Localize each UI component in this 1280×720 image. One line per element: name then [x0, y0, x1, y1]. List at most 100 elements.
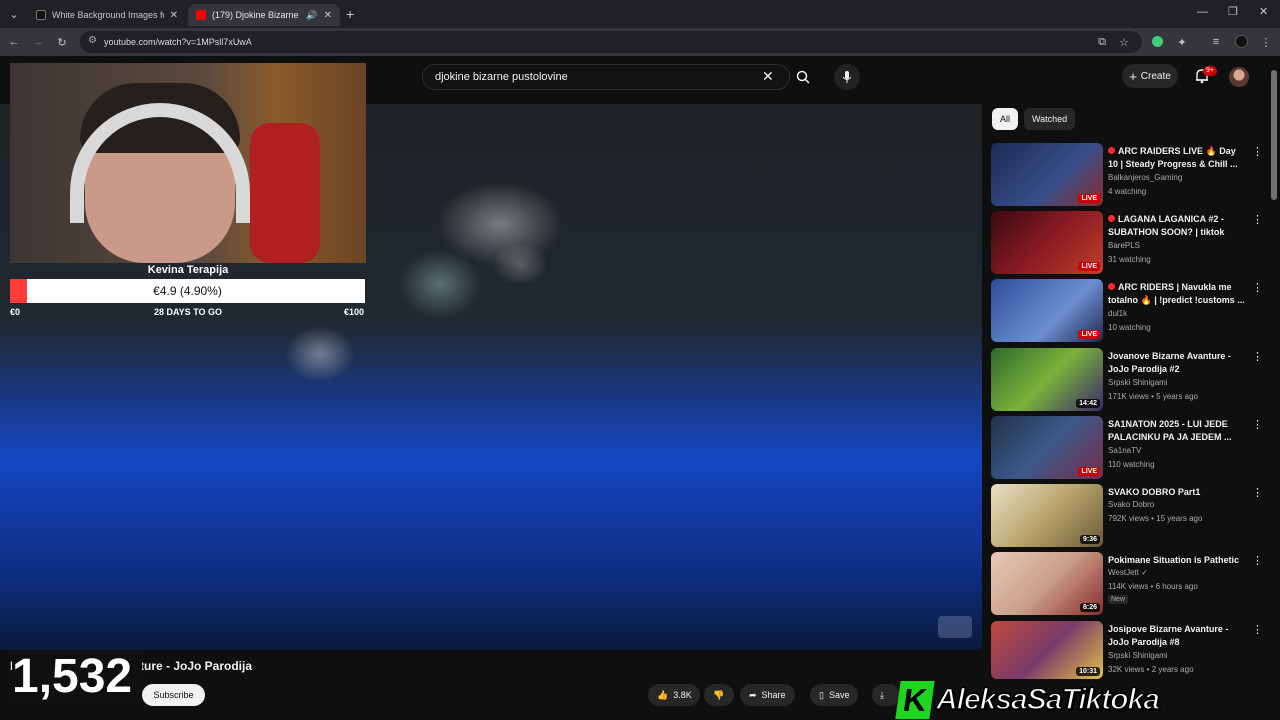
back-icon[interactable]: ←: [6, 34, 22, 50]
recommendations-scrollbar[interactable]: [1271, 70, 1277, 200]
like-button[interactable]: 👍 3.8K: [648, 684, 700, 706]
profile-avatar[interactable]: [1235, 35, 1248, 48]
video-thumbnail[interactable]: 10:31: [991, 621, 1103, 679]
recommendation-item[interactable]: 10:31 Josipove Bizarne Avanture - JoJo P…: [991, 621, 1263, 679]
tiktok-logo-icon: K: [895, 681, 935, 719]
video-thumbnail[interactable]: 14:42: [991, 348, 1103, 411]
url-text: youtube.com/watch?v=1MPsll7xUwA: [104, 37, 252, 47]
search-query: djokine bizarne pustolovine: [435, 71, 568, 83]
channel-name[interactable]: WestJett ✓: [1108, 568, 1148, 577]
forward-icon[interactable]: →: [30, 34, 46, 50]
tab-title: (179) Djokine Bizarne Avan: [212, 10, 300, 20]
tab-white-background[interactable]: White Background Images for C ✕: [28, 4, 186, 26]
video-meta: 792K views • 15 years ago: [1108, 514, 1203, 523]
bookmark-star-icon[interactable]: ☆: [1116, 34, 1132, 50]
video-title[interactable]: LAGANA LAGANICA #2 - SUBATHON SOON? | ti…: [1108, 213, 1246, 239]
site-info-icon[interactable]: ⚙: [88, 35, 97, 46]
more-options-icon[interactable]: ⋮: [1252, 145, 1263, 158]
site-favicon-icon: [36, 10, 46, 20]
voice-search-button[interactable]: [834, 64, 860, 90]
video-thumbnail[interactable]: 9:36: [991, 484, 1103, 547]
tiktok-username: AleksaSaTiktoka: [935, 682, 1160, 717]
media-control-icon[interactable]: ≡: [1208, 34, 1224, 50]
video-title[interactable]: Jovanove Bizarne Avanture - JoJo Parodij…: [1108, 350, 1246, 376]
address-bar[interactable]: ⚙ youtube.com/watch?v=1MPsll7xUwA: [80, 31, 1142, 53]
live-badge: LIVE: [1078, 194, 1100, 203]
audio-playing-icon[interactable]: 🔊: [306, 10, 317, 21]
like-count: 3.8K: [673, 690, 692, 700]
video-thumbnail[interactable]: LIVE: [991, 211, 1103, 274]
search-input[interactable]: djokine bizarne pustolovine: [422, 64, 790, 90]
channel-name[interactable]: BarePLS: [1108, 241, 1140, 250]
recommendation-item[interactable]: 9:36 SVAKO DOBRO Part1 Svako Dobro 792K …: [991, 484, 1263, 548]
account-avatar[interactable]: [1229, 67, 1249, 87]
tab-search-icon[interactable]: ⌄: [6, 6, 22, 22]
recommendation-item[interactable]: LIVE SA1NATON 2025 - LUI JEDE PALACINKU …: [991, 416, 1263, 480]
video-title[interactable]: SVAKO DOBRO Part1: [1108, 486, 1246, 499]
tiktok-handle-overlay: K AleksaSaTiktoka: [895, 680, 1280, 720]
create-button[interactable]: + Create: [1122, 64, 1178, 88]
channel-name[interactable]: Sa1naTV: [1108, 446, 1141, 455]
video-thumbnail[interactable]: LIVE: [991, 143, 1103, 206]
channel-name[interactable]: Srpski Shinigami: [1108, 651, 1168, 660]
restore-icon[interactable]: ❐: [1228, 5, 1238, 18]
recommendation-item[interactable]: 14:42 Jovanove Bizarne Avanture - JoJo P…: [991, 348, 1263, 412]
tab-youtube[interactable]: (179) Djokine Bizarne Avan 🔊 ✕: [188, 4, 340, 26]
chip-all[interactable]: All: [992, 108, 1019, 130]
video-title[interactable]: Pokimane Situation is Pathetic: [1108, 554, 1246, 567]
video-thumbnail[interactable]: LIVE: [991, 416, 1103, 479]
recommendation-item[interactable]: LIVE LAGANA LAGANICA #2 - SUBATHON SOON?…: [991, 211, 1263, 275]
more-options-icon[interactable]: ⋮: [1252, 350, 1263, 363]
video-title[interactable]: ARC RAIDERS LIVE 🔥 Day 10 | Steady Progr…: [1108, 145, 1246, 171]
video-thumbnail[interactable]: 8:26: [991, 552, 1103, 615]
close-tab-icon[interactable]: ✕: [170, 10, 178, 21]
more-options-icon[interactable]: ⋮: [1252, 554, 1263, 567]
thumbs-up-icon: 👍: [657, 689, 669, 700]
more-options-icon[interactable]: ⋮: [1252, 281, 1263, 294]
video-meta: 110 watching: [1108, 460, 1155, 469]
channel-name[interactable]: Srpski Shinigami: [1108, 378, 1168, 387]
extensions-puzzle-icon[interactable]: ✦: [1174, 34, 1190, 50]
clear-search-icon[interactable]: ✕: [762, 68, 774, 85]
video-title[interactable]: ARC RIDERS | Navukla me totalno 🔥 | !pre…: [1108, 281, 1246, 307]
reload-icon[interactable]: ↻: [54, 34, 70, 50]
channel-name[interactable]: dul1k: [1108, 309, 1127, 318]
more-options-icon[interactable]: ⋮: [1252, 623, 1263, 636]
minimize-icon[interactable]: —: [1197, 6, 1208, 18]
more-options-icon[interactable]: ⋮: [1252, 486, 1263, 499]
create-label: Create: [1140, 70, 1171, 82]
close-tab-icon[interactable]: ✕: [324, 10, 332, 21]
more-options-icon[interactable]: ⋮: [1252, 418, 1263, 431]
video-title[interactable]: SA1NATON 2025 - LUI JEDE PALACINKU PA JA…: [1108, 418, 1246, 444]
install-app-icon[interactable]: ⧉: [1094, 34, 1110, 50]
recommendation-item[interactable]: LIVE ARC RIDERS | Navukla me totalno 🔥 |…: [991, 279, 1263, 343]
download-button[interactable]: ⤓: [872, 684, 900, 706]
channel-watermark-icon[interactable]: [938, 616, 972, 638]
chip-watched[interactable]: Watched: [1024, 108, 1076, 130]
live-dot-icon: [1108, 147, 1115, 154]
share-button[interactable]: ➦ Share: [740, 684, 795, 706]
video-meta: 32K views • 2 years ago: [1108, 665, 1194, 674]
dislike-button[interactable]: 👎: [704, 684, 734, 706]
subscribe-button[interactable]: Subscribe: [142, 684, 205, 706]
search-button[interactable]: [790, 64, 816, 90]
save-label: Save: [828, 690, 850, 700]
save-button[interactable]: ▯ Save: [810, 684, 859, 706]
search-icon: [796, 70, 810, 84]
notification-count-badge: 9+: [1203, 66, 1217, 76]
browser-menu-icon[interactable]: ⋮: [1258, 34, 1274, 50]
channel-name[interactable]: Balkanjeros_Gaming: [1108, 173, 1182, 182]
extension-icon[interactable]: [1152, 36, 1163, 47]
recommendation-item[interactable]: LIVE ARC RAIDERS LIVE 🔥 Day 10 | Steady …: [991, 143, 1263, 207]
duration-badge: 9:36: [1079, 535, 1100, 544]
recommendation-item[interactable]: 8:26 Pokimane Situation is Pathetic West…: [991, 552, 1263, 616]
more-options-icon[interactable]: ⋮: [1252, 213, 1263, 226]
live-dot-icon: [1108, 215, 1115, 222]
channel-name[interactable]: Svako Dobro: [1108, 500, 1154, 509]
video-thumbnail[interactable]: LIVE: [991, 279, 1103, 342]
video-title[interactable]: Josipove Bizarne Avanture - JoJo Parodij…: [1108, 623, 1246, 649]
close-window-icon[interactable]: ✕: [1259, 5, 1268, 18]
new-tab-icon[interactable]: +: [346, 6, 354, 22]
duration-badge: 14:42: [1076, 399, 1100, 408]
live-badge: LIVE: [1078, 467, 1100, 476]
